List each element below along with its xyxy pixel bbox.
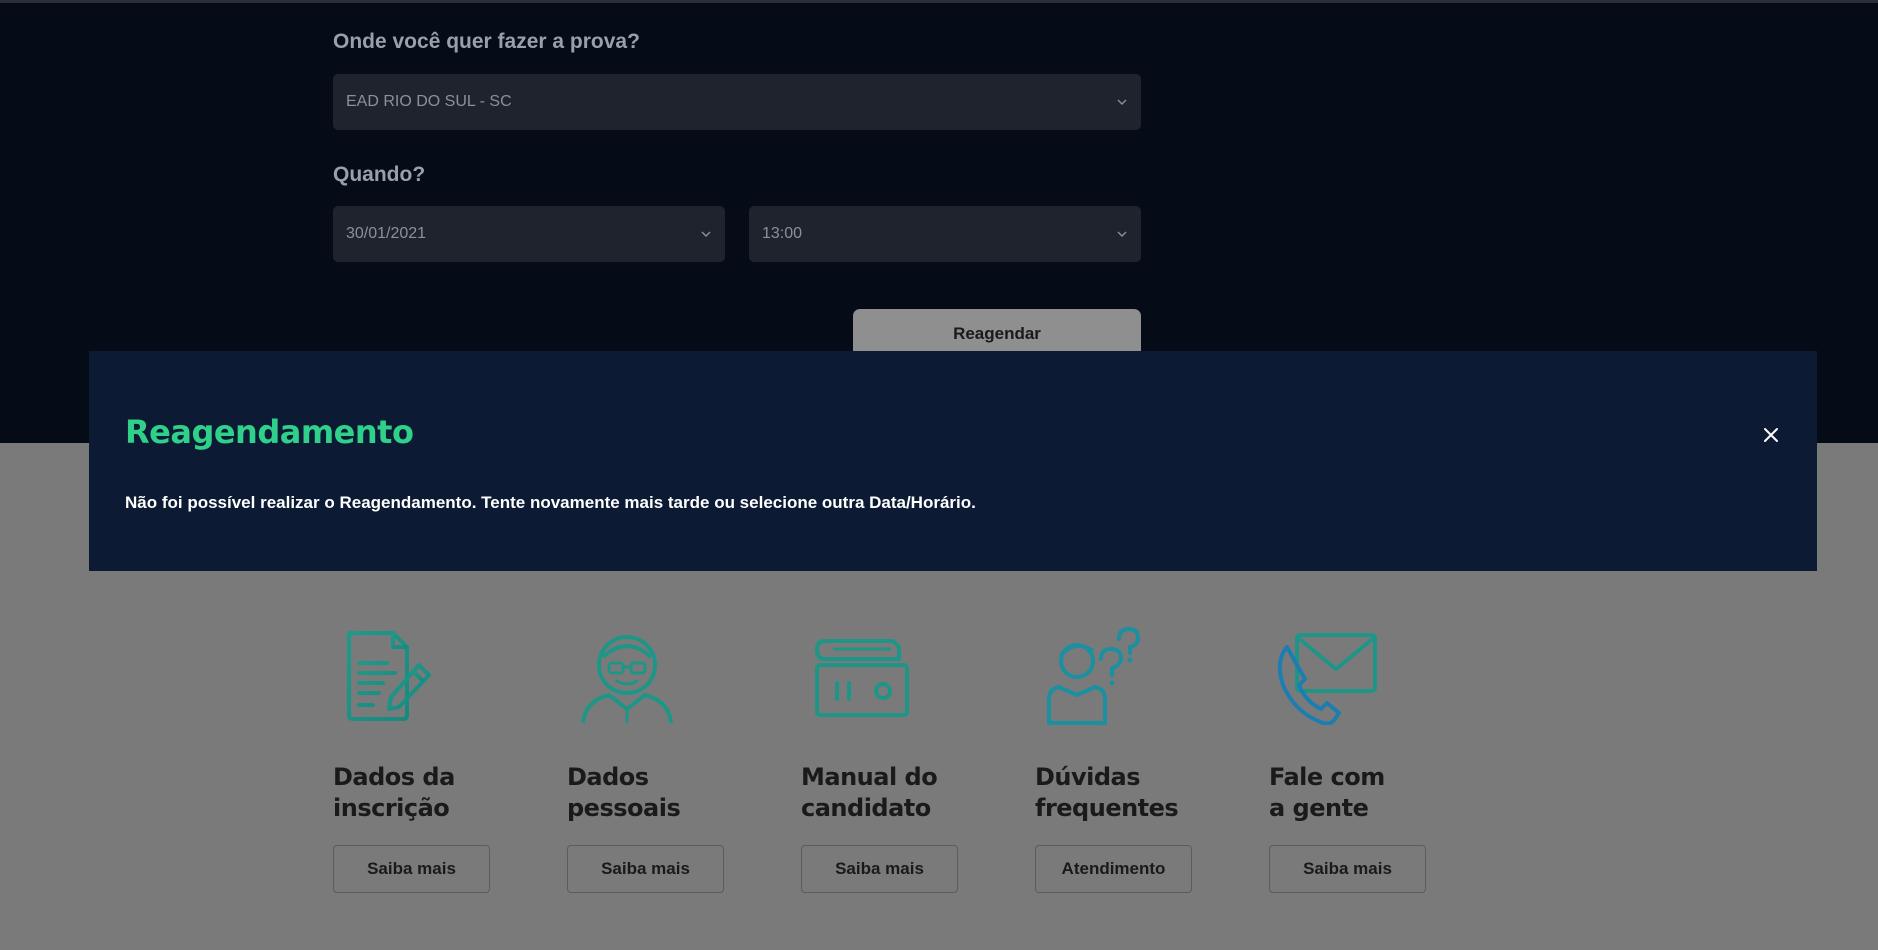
date-select-value: 30/01/2021 <box>346 225 427 242</box>
question-when-label: Quando? <box>333 163 426 186</box>
document-pen-icon <box>333 625 443 735</box>
saiba-mais-button[interactable]: Saiba mais <box>1269 845 1426 893</box>
saiba-mais-button[interactable]: Saiba mais <box>333 845 490 893</box>
phone-envelope-icon <box>1269 625 1379 735</box>
person-glasses-icon <box>567 625 677 735</box>
card-title: Dados pessoais <box>567 763 681 822</box>
person-question-icon <box>1035 625 1145 735</box>
saiba-mais-button[interactable]: Saiba mais <box>801 845 958 893</box>
card-manual-candidato: Manual do candidato Saiba mais <box>801 625 961 893</box>
modal-title: Reagendamento <box>125 413 414 451</box>
quick-links: Dados da inscrição Saiba mais Dados pess… <box>333 625 1533 895</box>
card-fale-com-a-gente: Fale com a gente Saiba mais <box>1269 625 1429 893</box>
chevron-down-icon <box>1116 228 1128 240</box>
close-icon[interactable] <box>1759 423 1783 447</box>
local-select-value: EAD RIO DO SUL - SC <box>346 93 512 110</box>
card-title: Fale com a gente <box>1269 763 1385 822</box>
time-select-value: 13:00 <box>762 225 803 242</box>
chevron-down-icon <box>700 228 712 240</box>
card-title: Dados da inscrição <box>333 763 455 822</box>
book-icon <box>801 625 911 735</box>
card-dados-inscricao: Dados da inscrição Saiba mais <box>333 625 493 893</box>
card-dados-pessoais: Dados pessoais Saiba mais <box>567 625 727 893</box>
card-title: Dúvidas frequentes <box>1035 763 1179 822</box>
local-select[interactable]: EAD RIO DO SUL - SC <box>333 74 1141 130</box>
chevron-down-icon <box>1116 96 1128 108</box>
saiba-mais-button[interactable]: Saiba mais <box>567 845 724 893</box>
time-select[interactable]: 13:00 <box>749 206 1141 262</box>
card-title: Manual do candidato <box>801 763 938 822</box>
reagendamento-modal: Reagendamento Não foi possível realizar … <box>89 351 1817 571</box>
card-duvidas-frequentes: Dúvidas frequentes Atendimento <box>1035 625 1195 893</box>
atendimento-button[interactable]: Atendimento <box>1035 845 1192 893</box>
modal-message: Não foi possível realizar o Reagendament… <box>125 493 976 512</box>
date-select[interactable]: 30/01/2021 <box>333 206 725 262</box>
question-local-label: Onde você quer fazer a prova? <box>333 30 640 53</box>
